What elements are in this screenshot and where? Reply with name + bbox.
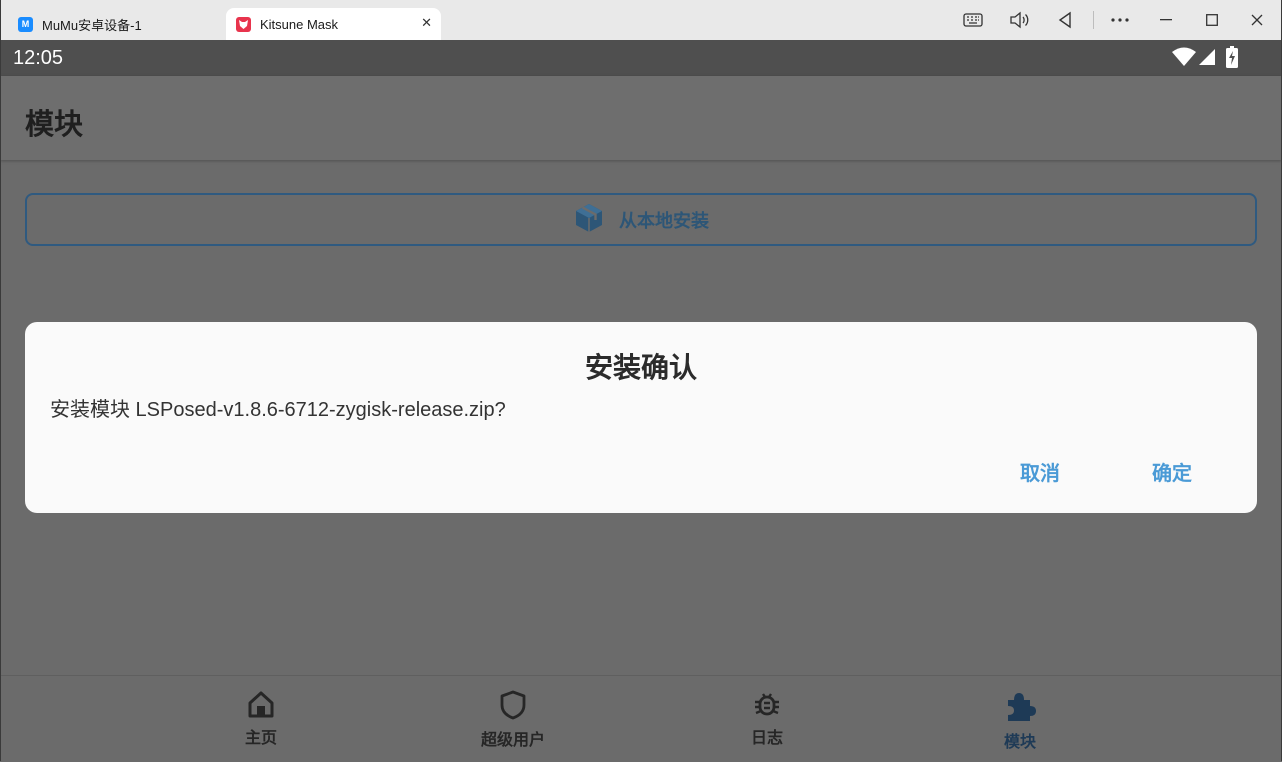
app-bar [0, 76, 1282, 160]
tab-kitsune-mask[interactable]: Kitsune Mask ✕ [226, 8, 441, 40]
nav-item-modules[interactable]: 模块 [960, 690, 1080, 752]
maximize-icon[interactable] [1199, 8, 1225, 32]
kitsune-mask-logo-icon [236, 16, 251, 32]
android-status-bar [0, 40, 1282, 76]
signal-icon [1198, 48, 1216, 70]
tab-label: MuMu安卓设备-1 [42, 17, 142, 33]
nav-label: 超级用户 [480, 730, 545, 749]
back-triangle-icon[interactable] [1052, 8, 1078, 32]
battery-icon [1226, 46, 1238, 72]
install-button-label: 从本地安装 [619, 210, 709, 232]
volume-icon[interactable] [1006, 8, 1032, 32]
install-confirm-dialog: 安装确认 安装模块 LSPosed-v1.8.6-6712-zygisk-rel… [25, 322, 1257, 513]
tab-mumu-device[interactable]: M MuMu安卓设备-1 [0, 8, 224, 40]
wifi-icon [1172, 47, 1196, 71]
nav-item-logs[interactable]: 日志 [707, 690, 827, 748]
cancel-button[interactable]: 取消 [1020, 457, 1060, 486]
mumu-logo-icon: M [18, 16, 33, 32]
page-title: 模块 [25, 107, 84, 141]
minimize-icon[interactable] [1153, 8, 1179, 32]
titlebar-divider [1093, 11, 1094, 29]
puzzle-icon [1004, 690, 1036, 726]
window-border-left [0, 0, 1, 761]
bug-icon [753, 690, 781, 722]
tab-close-icon[interactable]: ✕ [421, 15, 432, 31]
package-box-icon [573, 202, 605, 238]
confirm-button[interactable]: 确定 [1152, 457, 1192, 486]
nav-item-home[interactable]: 主页 [201, 690, 321, 748]
more-icon[interactable] [1107, 8, 1133, 32]
window-titlebar: M MuMu安卓设备-1 Kitsune Mask ✕ [0, 0, 1282, 40]
dialog-title: 安装确认 [584, 351, 697, 384]
status-time: 12:05 [13, 47, 64, 69]
home-icon [247, 690, 275, 722]
nav-item-superuser[interactable]: 超级用户 [453, 690, 573, 750]
keyboard-icon[interactable] [960, 8, 986, 32]
bottom-navigation [0, 675, 1282, 762]
nav-label: 主页 [244, 728, 277, 747]
tab-label: Kitsune Mask [260, 16, 339, 32]
dialog-message: 安装模块 LSPosed-v1.8.6-6712-zygisk-release.… [50, 399, 506, 421]
shield-icon [499, 690, 527, 724]
close-icon[interactable] [1244, 8, 1270, 32]
nav-label: 模块 [1003, 732, 1036, 751]
install-from-local-button[interactable]: 从本地安装 [25, 193, 1257, 246]
nav-label: 日志 [750, 728, 783, 747]
